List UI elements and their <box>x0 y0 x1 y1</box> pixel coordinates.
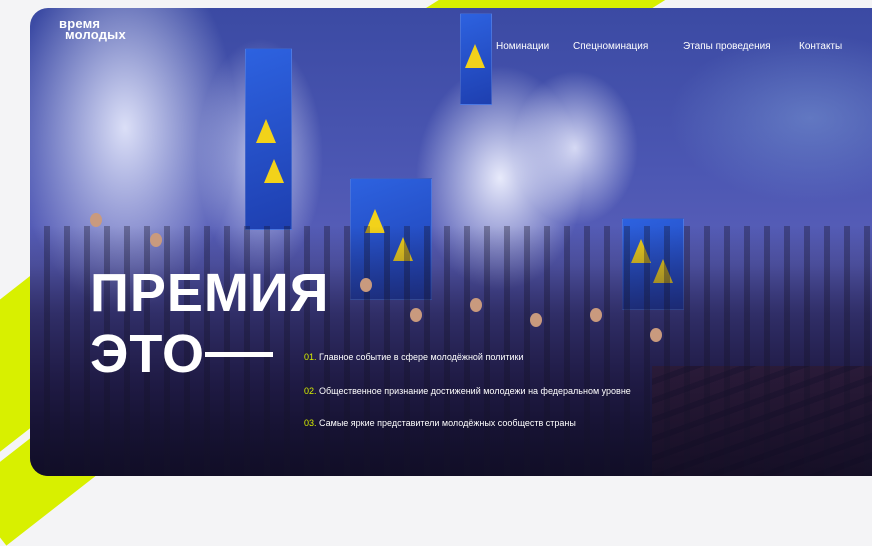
hero-point: 03. Самые яркие представители молодёжных… <box>304 418 576 428</box>
hero-title-line-2: ЭТО <box>90 324 206 384</box>
person-head <box>150 233 162 247</box>
point-number: 03. <box>304 418 317 428</box>
point-text: Главное событие в сфере молодёжной полит… <box>319 352 524 362</box>
nav-item-stages[interactable]: Этапы проведения <box>683 41 771 52</box>
person-head <box>470 298 482 312</box>
logo[interactable]: время молодых <box>59 17 126 42</box>
point-number: 02. <box>304 386 317 396</box>
hero-point: 01. Главное событие в сфере молодёжной п… <box>304 352 524 362</box>
stage-screen <box>245 48 292 230</box>
person-head <box>90 213 102 227</box>
title-dash <box>205 352 273 357</box>
nav-item-nominations[interactable]: Номинации <box>496 41 549 52</box>
hero-title-line-1: ПРЕМИЯ <box>90 263 330 323</box>
person-head <box>530 313 542 327</box>
logo-line-2: молодых <box>65 27 126 42</box>
nav-item-contacts[interactable]: Контакты <box>799 41 842 52</box>
point-text: Общественное признание достижений молоде… <box>319 386 631 396</box>
point-text: Самые яркие представители молодёжных соо… <box>319 418 576 428</box>
person-head <box>650 328 662 342</box>
nav-item-special-nomination[interactable]: Спецноминация <box>573 41 648 52</box>
person-head <box>360 278 372 292</box>
person-head <box>410 308 422 322</box>
hero-point: 02. Общественное признание достижений мо… <box>304 386 631 396</box>
stage-screen <box>460 13 492 105</box>
hero-photo <box>30 8 872 476</box>
point-number: 01. <box>304 352 317 362</box>
person-head <box>590 308 602 322</box>
